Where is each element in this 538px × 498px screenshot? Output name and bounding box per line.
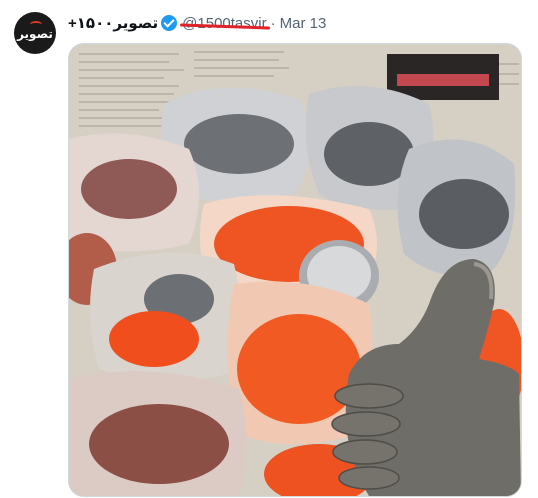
verified-badge-icon[interactable] — [161, 15, 178, 31]
grey-powder-3 — [419, 179, 509, 249]
separator-dot: · — [270, 14, 276, 32]
author-handle[interactable]: @1500tasvir — [180, 15, 271, 32]
tweet-header: تصویر۱۵۰۰+ @1500tasvir · Mar 13 — [68, 13, 326, 33]
tweet-date[interactable]: Mar 13 — [280, 15, 327, 32]
avatar[interactable]: تصویر — [14, 12, 56, 54]
tweet-photo[interactable] — [68, 43, 522, 497]
brown-powder-1 — [81, 159, 177, 219]
avatar-logo-text: تصویر — [17, 27, 53, 41]
brown-powder-3 — [89, 404, 229, 484]
author-display-name[interactable]: تصویر۱۵۰۰+ — [68, 14, 158, 32]
orange-powder-3 — [237, 314, 361, 424]
photo-illustration — [69, 44, 521, 496]
grey-powder-1 — [184, 114, 294, 174]
orange-powder-2 — [109, 311, 199, 367]
newspaper-ad-banner — [397, 74, 489, 86]
